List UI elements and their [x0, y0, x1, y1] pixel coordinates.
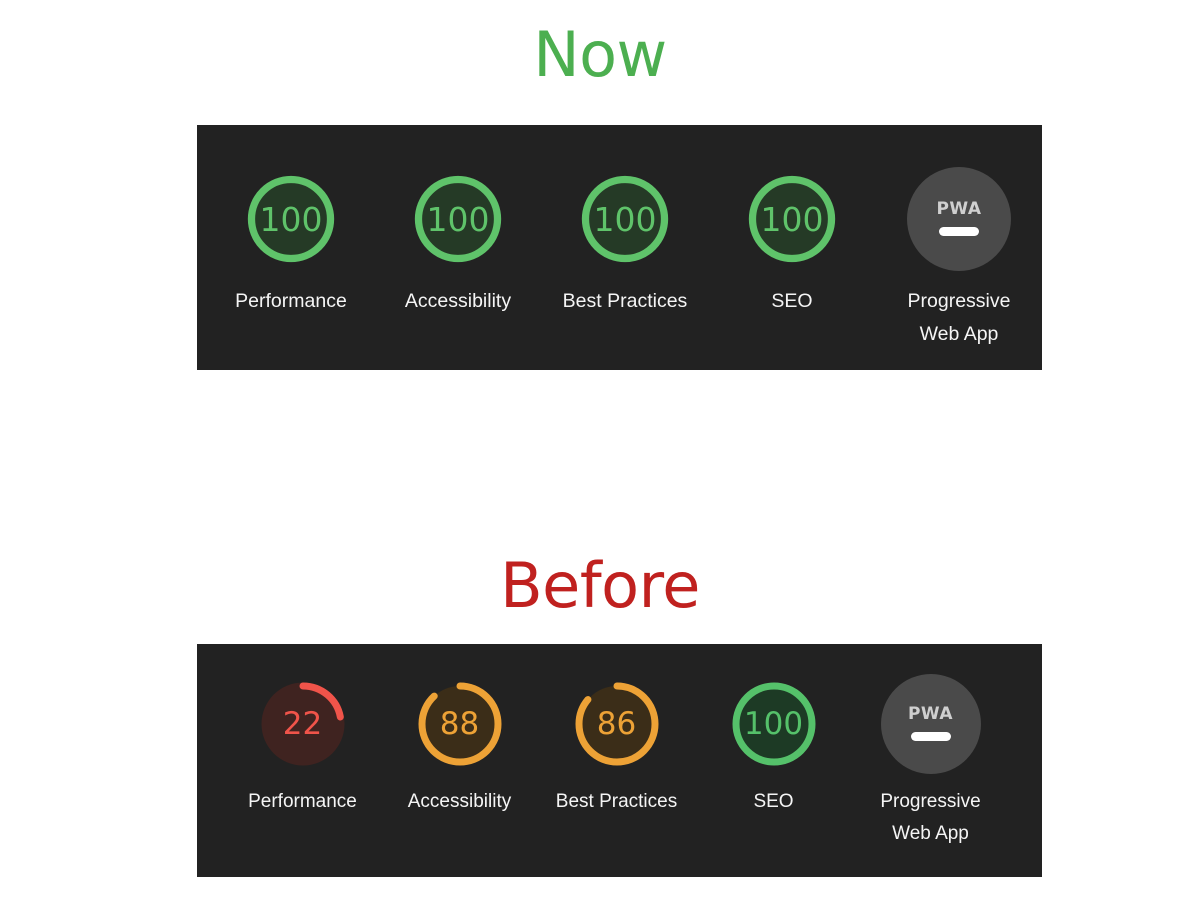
- gauge-ring-performance: 22: [253, 674, 353, 774]
- gauge-score-accessibility: 88: [410, 674, 510, 774]
- gauge-label-best-practices: Best Practices: [563, 285, 688, 318]
- pwa-dash-icon: [939, 227, 979, 236]
- gauge-item-seo[interactable]: 100 SEO: [696, 674, 851, 818]
- gauge-score-seo: 100: [740, 167, 844, 271]
- gauge-ring-best-practices: 86: [567, 674, 667, 774]
- gauge-item-accessibility[interactable]: 100 Accessibility: [377, 167, 539, 318]
- gauge-label-pwa: Progressive Web App: [861, 786, 1001, 851]
- gauge-item-best-practices[interactable]: 86 Best Practices: [539, 674, 694, 818]
- gauge-label-seo: SEO: [771, 285, 812, 318]
- gauges-row-now: 100 Performance 100 Accessibility: [197, 125, 1042, 370]
- gauge-ring-accessibility: 100: [406, 167, 510, 271]
- gauge-score-seo: 100: [724, 674, 824, 774]
- gauge-ring-seo: 100: [740, 167, 844, 271]
- pwa-badge-text: PWA: [936, 199, 981, 219]
- gauge-label-performance: Performance: [248, 786, 357, 818]
- pwa-badge-text: PWA: [908, 704, 953, 724]
- gauge-label-seo: SEO: [753, 786, 793, 818]
- gauge-item-accessibility[interactable]: 88 Accessibility: [382, 674, 537, 818]
- gauge-ring-seo: 100: [724, 674, 824, 774]
- lighthouse-panel-now: 100 Performance 100 Accessibility: [197, 125, 1042, 370]
- gauge-ring-accessibility: 88: [410, 674, 510, 774]
- gauge-score-performance: 100: [239, 167, 343, 271]
- section-title-now: Now: [0, 0, 1200, 86]
- gauge-ring-performance: 100: [239, 167, 343, 271]
- gauge-item-performance[interactable]: 22 Performance: [225, 674, 380, 818]
- gauge-score-best-practices: 100: [573, 167, 677, 271]
- gauge-item-best-practices[interactable]: 100 Best Practices: [544, 167, 706, 318]
- gauges-row-before: 22 Performance 88 Accessibility: [197, 644, 1042, 877]
- gauge-item-seo[interactable]: 100 SEO: [711, 167, 873, 318]
- section-title-before: Before: [0, 520, 1200, 617]
- section-before: Before 22 Performance: [0, 520, 1200, 617]
- pwa-dash-icon: [911, 732, 951, 741]
- gauge-ring-best-practices: 100: [573, 167, 677, 271]
- gauge-item-pwa[interactable]: PWA Progressive Web App: [878, 167, 1040, 351]
- gauge-item-performance[interactable]: 100 Performance: [210, 167, 372, 318]
- section-now: Now 100 Performance: [0, 0, 1200, 86]
- gauge-score-best-practices: 86: [567, 674, 667, 774]
- pwa-icon: PWA: [881, 674, 981, 774]
- lighthouse-panel-before: 22 Performance 88 Accessibility: [197, 644, 1042, 877]
- gauge-label-accessibility: Accessibility: [408, 786, 511, 818]
- gauge-score-performance: 22: [253, 674, 353, 774]
- gauge-label-accessibility: Accessibility: [405, 285, 511, 318]
- gauge-score-accessibility: 100: [406, 167, 510, 271]
- gauge-label-performance: Performance: [235, 285, 347, 318]
- pwa-icon: PWA: [907, 167, 1011, 271]
- gauge-item-pwa[interactable]: PWA Progressive Web App: [853, 674, 1008, 851]
- gauge-label-best-practices: Best Practices: [556, 786, 677, 818]
- gauge-label-pwa: Progressive Web App: [889, 285, 1029, 351]
